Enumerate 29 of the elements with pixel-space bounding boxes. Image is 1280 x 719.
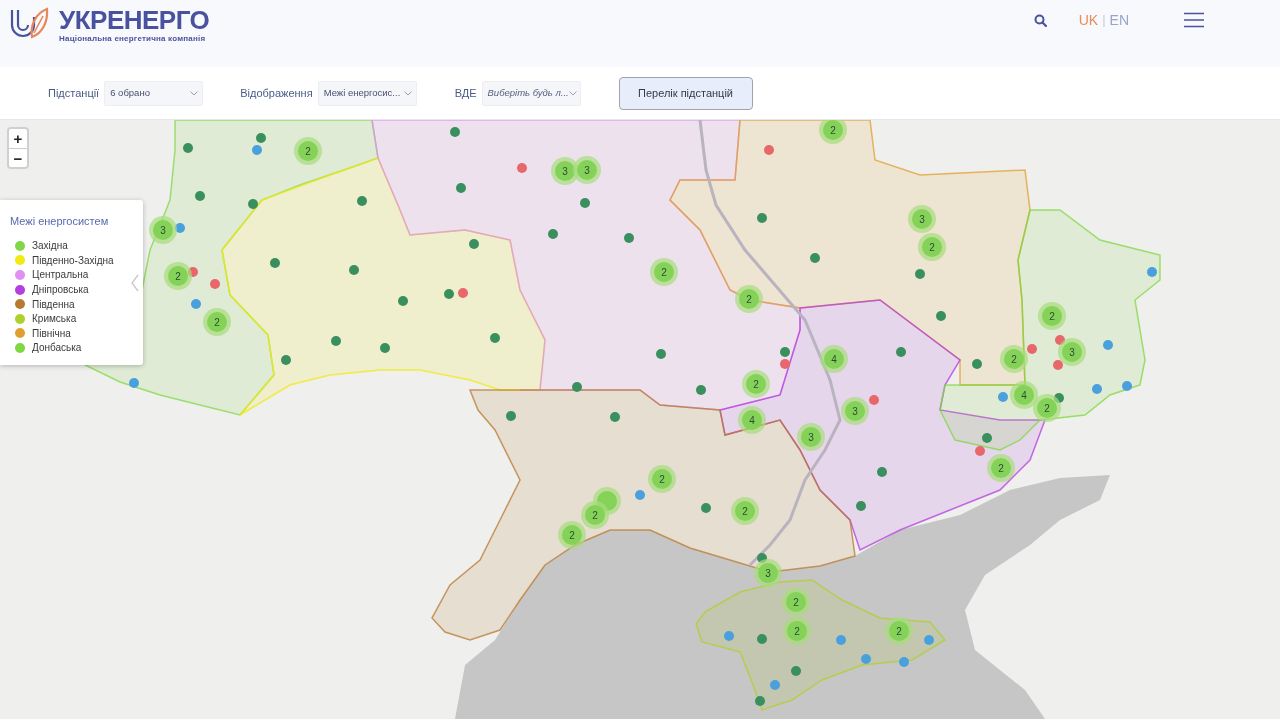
legend-label: Центральна bbox=[32, 268, 89, 283]
filter-select[interactable]: Межі енергосис... bbox=[317, 80, 417, 106]
legend-label: Північна bbox=[32, 326, 71, 341]
menu-icon[interactable] bbox=[1184, 12, 1204, 28]
language-separator: | bbox=[1102, 11, 1106, 30]
logo-title: УКРЕНЕРГО bbox=[59, 7, 210, 33]
chevron-down-icon bbox=[568, 90, 577, 96]
cluster-marker[interactable]: 2 bbox=[819, 120, 847, 144]
filter-select[interactable]: Виберіть будь л... bbox=[481, 80, 581, 106]
zoom-out-button[interactable]: − bbox=[9, 148, 27, 167]
legend-label: Донбаська bbox=[32, 341, 82, 356]
filter-label: Підстанції bbox=[48, 85, 100, 101]
collapse-chevron-icon[interactable] bbox=[131, 274, 139, 292]
zoom-in-button[interactable]: + bbox=[9, 129, 27, 148]
legend-label: Кримська bbox=[32, 312, 77, 327]
legend-label: Південна bbox=[32, 297, 75, 312]
substation-list-button[interactable]: Перелік підстанцій bbox=[618, 76, 753, 110]
legend-label: Південно-Західна bbox=[32, 253, 114, 268]
search-icon[interactable] bbox=[1033, 13, 1047, 27]
filter-select[interactable]: 6 обрано bbox=[104, 80, 204, 106]
chevron-down-icon bbox=[190, 90, 199, 96]
legend-title: Межі енергосистем bbox=[10, 214, 110, 229]
chevron-down-icon bbox=[403, 90, 412, 96]
logo-icon bbox=[10, 7, 49, 41]
filter-label: Відображення bbox=[240, 85, 313, 101]
logo-subtitle: Національна енергетична компанія bbox=[59, 34, 207, 44]
legend-label: Західна bbox=[32, 239, 68, 254]
legend-label: Дніпровська bbox=[32, 283, 89, 298]
filter-label: ВДЕ bbox=[454, 85, 477, 101]
